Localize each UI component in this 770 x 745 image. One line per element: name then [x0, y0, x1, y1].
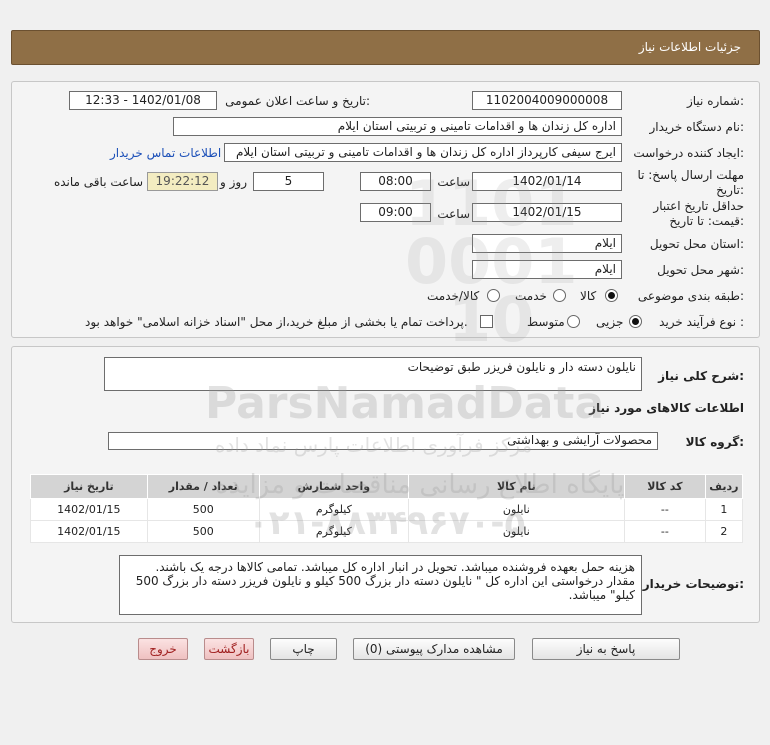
item-quantity: 500	[146, 498, 260, 521]
item-code: --	[623, 498, 706, 521]
buyer-notes-label: توضیحات خریدار:	[642, 577, 744, 591]
treasury-payment-checkbox[interactable]	[480, 315, 493, 328]
item-name: نایلون	[407, 520, 625, 543]
process-radio-medium[interactable]	[567, 315, 580, 328]
days-remaining-field: 5	[253, 172, 324, 191]
category-label: طبقه بندی موضوعی:	[637, 289, 744, 303]
item-name: نایلون	[407, 498, 625, 521]
deadline-date-field: 1402/01/14	[472, 172, 622, 191]
buyer-org-field: اداره کل زندان ها و اقدامات تامینی و ترب…	[173, 117, 622, 136]
validity-time-label: ساعت	[437, 207, 470, 221]
remaining-time-field: 19:22:12	[147, 172, 218, 191]
province-label: استان محل تحویل:	[649, 237, 744, 251]
item-unit: کیلوگرم	[258, 520, 409, 543]
goods-table-header: ردیف کد کالا نام کالا واحد شمارش تعداد /…	[30, 474, 744, 499]
col-unit: واحد شمارش	[258, 474, 409, 499]
item-unit: کیلوگرم	[258, 498, 409, 521]
buyer-contact-link[interactable]: اطلاعات تماس خریدار	[110, 146, 221, 160]
buyer-org-label: نام دستگاه خریدار:	[649, 120, 745, 134]
col-need-date: تاریخ نیاز	[30, 474, 148, 499]
validity-date-field: 1402/01/15	[472, 203, 622, 222]
announce-label: تاریخ و ساعت اعلان عمومی:	[225, 94, 370, 108]
category-option-goods: کالا	[580, 289, 597, 303]
category-option-goods-service: کالا/خدمت	[427, 289, 480, 303]
validity-label-line1: حداقل تاریخ اعتبار	[653, 199, 744, 213]
deadline-time-label: ساعت	[437, 175, 470, 189]
deadline-label: مهلت ارسال پاسخ: تا تاریخ:	[637, 168, 744, 198]
validity-time-field: 09:00	[360, 203, 431, 222]
process-radio-minor[interactable]	[629, 315, 642, 328]
remaining-time-label: ساعت باقی مانده	[53, 175, 143, 189]
back-button[interactable]: بازگشت	[204, 638, 254, 660]
item-code: --	[623, 520, 706, 543]
goods-section-title: اطلاعات کالاهای مورد نیاز	[589, 401, 744, 415]
table-row: 1 -- نایلون کیلوگرم 500 1402/01/15	[30, 498, 744, 521]
col-row: ردیف	[704, 474, 744, 499]
reply-to-need-button[interactable]: پاسخ به نیاز	[532, 638, 680, 660]
need-number-field: 1102004009000008	[472, 91, 622, 110]
category-radio-service[interactable]	[553, 289, 566, 302]
validity-label-line2: قیمت: تا تاریخ:	[669, 214, 744, 228]
row-number: 1	[704, 498, 744, 521]
item-need-date: 1402/01/15	[30, 498, 148, 521]
goods-group-field: محصولات آرایشی و بهداشتی	[108, 432, 658, 450]
item-quantity: 500	[146, 520, 260, 543]
description-field: نایلون دسته دار و نایلون فریزر طبق توضیح…	[104, 357, 642, 391]
process-option-minor: جزیی	[596, 315, 624, 329]
print-button[interactable]: چاپ	[270, 638, 337, 660]
process-type-label: نوع فرآیند خرید :	[659, 315, 744, 329]
deadline-label-line1: مهلت ارسال پاسخ: تا	[637, 168, 744, 182]
city-label: شهر محل تحویل:	[657, 263, 744, 277]
row-number: 2	[704, 520, 744, 543]
page-title: جزئیات اطلاعات نیاز	[638, 40, 741, 54]
col-quantity: تعداد / مقدار	[146, 474, 260, 499]
item-need-date: 1402/01/15	[30, 520, 148, 543]
table-row: 2 -- نایلون کیلوگرم 500 1402/01/15	[30, 520, 744, 543]
category-radio-goods[interactable]	[605, 289, 618, 302]
view-attachments-button[interactable]: مشاهده مدارک پیوستی (0)	[353, 638, 515, 660]
exit-button[interactable]: خروج	[138, 638, 188, 660]
requester-field: ایرج سیفی کارپرداز اداره کل زندان ها و ا…	[224, 143, 622, 162]
need-number-label: شماره نیاز:	[686, 94, 744, 108]
description-label: شرح کلی نیاز:	[658, 369, 744, 383]
announce-field: 1402/01/08 - 12:33	[69, 91, 217, 110]
category-option-service: خدمت	[515, 289, 547, 303]
days-label: روز و	[220, 175, 247, 189]
col-name: نام کالا	[407, 474, 625, 499]
province-field: ایلام	[472, 234, 622, 253]
city-field: ایلام	[472, 260, 622, 279]
process-option-medium: متوسط	[527, 315, 565, 329]
col-code: کد کالا	[623, 474, 706, 499]
goods-table: ردیف کد کالا نام کالا واحد شمارش تعداد /…	[30, 474, 744, 543]
buyer-notes-field: هزینه حمل بعهده فروشنده میباشد. تحویل در…	[119, 555, 642, 615]
deadline-time-field: 08:00	[360, 172, 431, 191]
validity-label: حداقل تاریخ اعتبار قیمت: تا تاریخ:	[653, 199, 744, 229]
category-radio-goods-service[interactable]	[487, 289, 500, 302]
page-header: جزئیات اطلاعات نیاز	[11, 30, 760, 65]
treasury-payment-note: پرداخت تمام یا بخشی از مبلغ خرید،از محل …	[85, 315, 468, 329]
requester-label: ایجاد کننده درخواست:	[633, 146, 744, 160]
deadline-label-line2: تاریخ:	[716, 183, 744, 197]
goods-group-label: گروه کالا:	[685, 435, 744, 449]
